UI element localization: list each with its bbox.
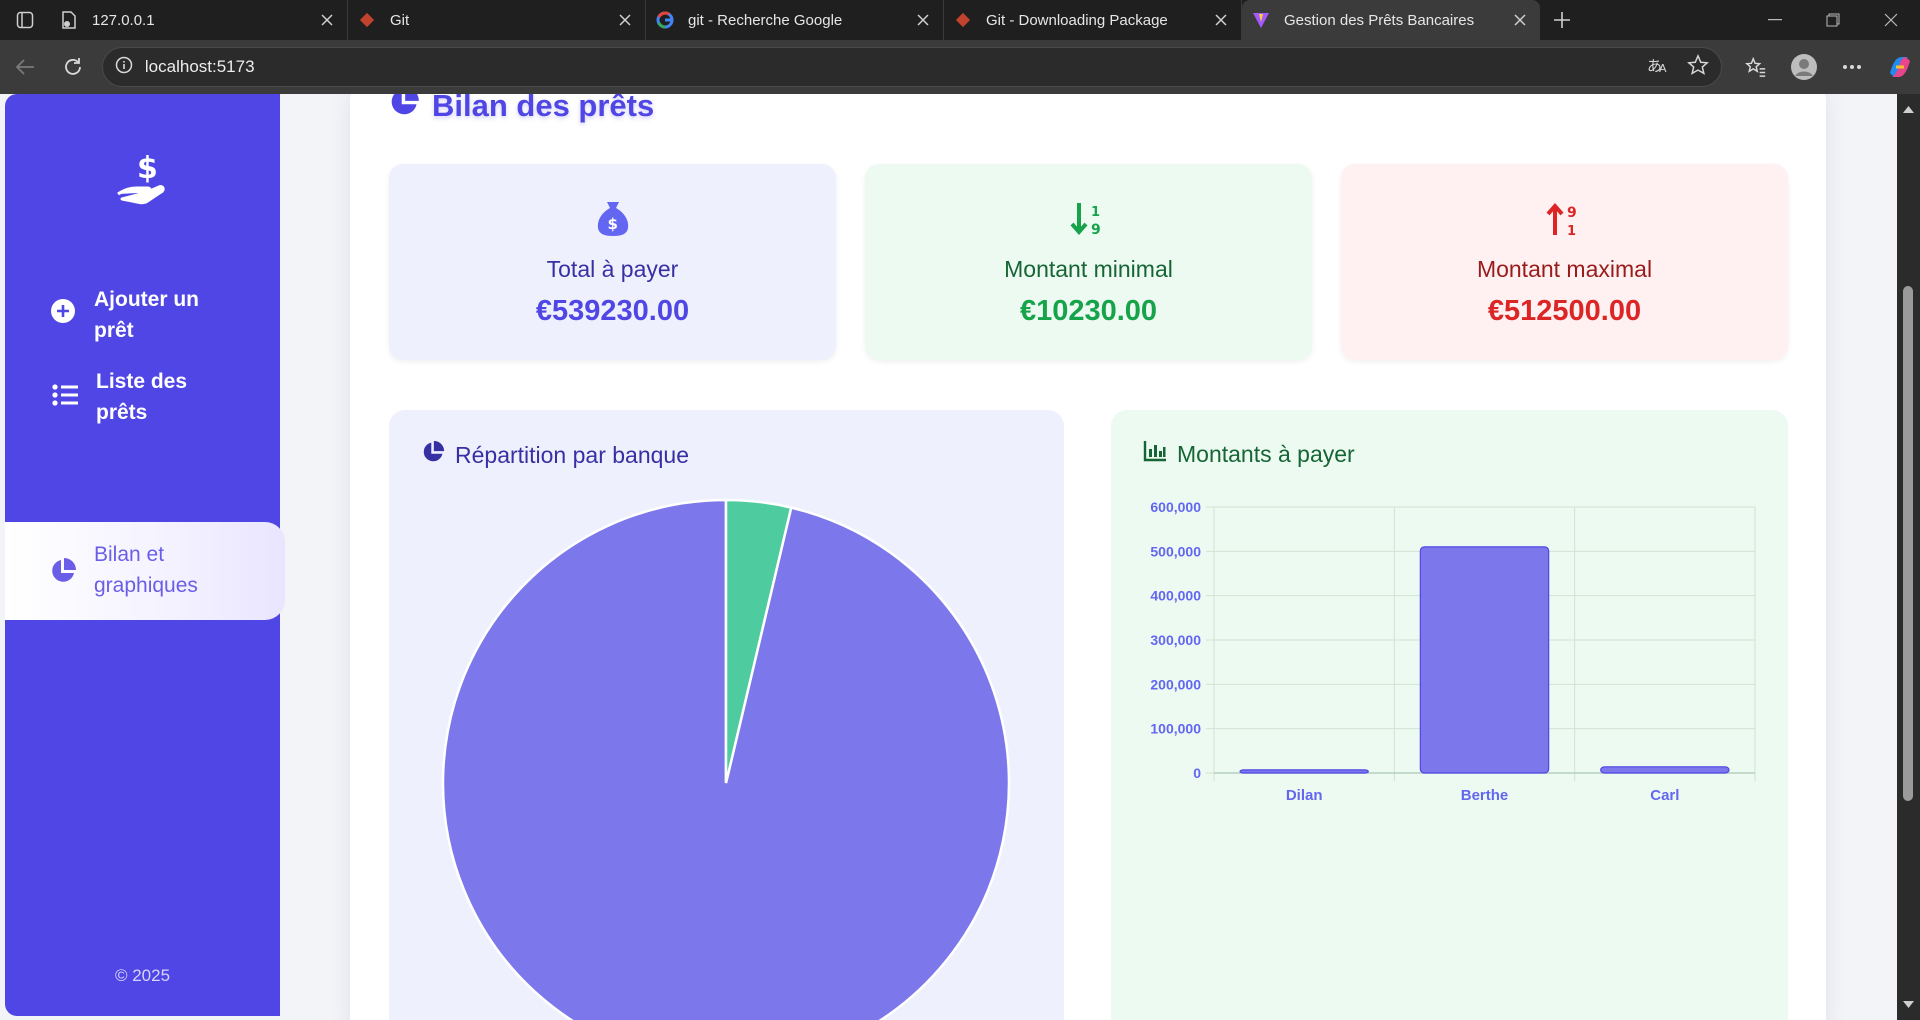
svg-text:1: 1 bbox=[1567, 224, 1576, 239]
stat-card-minimum: 19 Montant minimal €10230.00 bbox=[865, 164, 1312, 360]
bar[interactable] bbox=[1419, 546, 1550, 774]
back-icon[interactable] bbox=[2, 47, 48, 87]
reload-icon[interactable] bbox=[50, 47, 96, 87]
y-tick-label: 300,000 bbox=[1150, 632, 1201, 648]
minimize-icon[interactable] bbox=[1746, 0, 1804, 40]
y-tick-label: 400,000 bbox=[1150, 588, 1201, 604]
pie-chart-icon bbox=[48, 556, 78, 586]
favorite-star-icon[interactable] bbox=[1687, 53, 1709, 81]
stat-label: Total à payer bbox=[546, 256, 679, 282]
svg-text:$: $ bbox=[137, 151, 158, 186]
git-icon bbox=[358, 11, 376, 29]
stat-card-maximum: 91 Montant maximal €512500.00 bbox=[1341, 164, 1788, 360]
stat-label: Montant minimal bbox=[1004, 256, 1173, 282]
stat-value: €539230.00 bbox=[535, 295, 690, 327]
copyright-text: © 2025 bbox=[114, 966, 171, 985]
sidebar-item-loan-list[interactable]: Liste des prêts bbox=[5, 356, 285, 438]
url-text: localhost:5173 bbox=[144, 57, 255, 76]
browser-tab-active[interactable]: Gestion des Prêts Bancaires bbox=[1242, 0, 1540, 40]
page-icon bbox=[60, 11, 78, 29]
browser-tab-bar: 127.0.0.1 Git git - Recherche Google Git… bbox=[0, 0, 1920, 40]
list-icon bbox=[50, 380, 80, 410]
sidebar-item-label: Ajouter un prêt bbox=[94, 288, 199, 342]
vite-icon bbox=[1252, 11, 1270, 29]
close-window-icon[interactable] bbox=[1862, 0, 1920, 40]
page-title: Bilan des prêts bbox=[388, 94, 654, 126]
close-tab-icon[interactable] bbox=[915, 12, 931, 28]
tab-title: git - Recherche Google bbox=[688, 11, 843, 29]
tab-title: Git - Downloading Package bbox=[986, 11, 1168, 29]
bar-chart-panel: Montants à payer 600,000 500,000 400,000 30… bbox=[1111, 410, 1788, 1020]
browser-toolbar: localhost:5173 あA bbox=[0, 40, 1920, 94]
sidebar-item-label: Bilan et graphiques bbox=[94, 543, 198, 597]
tab-title: Git bbox=[390, 11, 410, 29]
pie-chart bbox=[441, 498, 1011, 1020]
bar-chart: 600,000 500,000 400,000 300,000 200,000 100,0… bbox=[1150, 499, 1756, 804]
svg-text:A: A bbox=[1659, 62, 1667, 74]
pie-chart-icon bbox=[388, 94, 420, 126]
bar[interactable] bbox=[1600, 766, 1730, 774]
sidebar: $ Ajouter un prêt Liste des prêts Bilan … bbox=[5, 94, 285, 1016]
scroll-up-icon[interactable] bbox=[1902, 104, 1915, 114]
address-bar[interactable]: localhost:5173 あA bbox=[101, 47, 1723, 87]
money-bag-icon: $ bbox=[592, 198, 634, 240]
sort-desc-icon: 91 bbox=[1544, 198, 1586, 240]
y-tick-label: 500,000 bbox=[1150, 543, 1201, 559]
close-tab-icon[interactable] bbox=[617, 12, 633, 28]
copilot-icon[interactable] bbox=[1880, 47, 1920, 87]
sidebar-item-add-loan[interactable]: Ajouter un prêt bbox=[5, 274, 285, 354]
tab-actions-icon[interactable] bbox=[0, 0, 50, 40]
svg-text:9: 9 bbox=[1567, 205, 1577, 221]
profile-avatar-icon[interactable] bbox=[1784, 47, 1824, 87]
plus-circle-icon bbox=[48, 296, 78, 326]
browser-tab[interactable]: 127.0.0.1 bbox=[50, 0, 348, 40]
info-icon[interactable] bbox=[115, 56, 133, 79]
sort-asc-icon: 19 bbox=[1068, 198, 1110, 240]
tab-title: 127.0.0.1 bbox=[92, 11, 155, 29]
stat-value: €10230.00 bbox=[1019, 295, 1158, 327]
restore-icon[interactable] bbox=[1804, 0, 1862, 40]
sidebar-item-label: Liste des prêts bbox=[96, 370, 188, 424]
close-tab-icon[interactable] bbox=[1213, 12, 1229, 28]
close-tab-icon[interactable] bbox=[319, 12, 335, 28]
vertical-scrollbar[interactable] bbox=[1897, 94, 1920, 1020]
scrollbar-thumb[interactable] bbox=[1903, 286, 1913, 801]
stat-label: Montant maximal bbox=[1476, 256, 1653, 282]
page-viewport: $ Ajouter un prêt Liste des prêts Bilan … bbox=[0, 94, 1920, 1020]
more-options-icon[interactable] bbox=[1832, 47, 1872, 87]
sidebar-item-summary-charts[interactable]: Bilan et graphiques bbox=[5, 522, 285, 620]
google-icon bbox=[656, 11, 674, 29]
browser-tab[interactable]: Git - Downloading Package bbox=[944, 0, 1242, 40]
svg-text:1: 1 bbox=[1091, 205, 1100, 220]
y-tick-label: 200,000 bbox=[1150, 676, 1201, 692]
y-tick-label: 0 bbox=[1193, 765, 1201, 781]
stat-value: €512500.00 bbox=[1487, 295, 1642, 327]
x-tick-label: Carl bbox=[1650, 787, 1679, 804]
close-tab-icon[interactable] bbox=[1512, 12, 1528, 28]
scroll-down-icon[interactable] bbox=[1902, 1000, 1915, 1010]
browser-tab[interactable]: git - Recherche Google bbox=[646, 0, 944, 40]
tab-title: Gestion des Prêts Bancaires bbox=[1284, 11, 1475, 29]
y-tick-label: 600,000 bbox=[1150, 499, 1201, 515]
pie-chart-panel: Répartition par banque bbox=[389, 410, 1064, 1020]
bar[interactable] bbox=[1239, 769, 1369, 774]
page-title-text: Bilan des prêts bbox=[432, 94, 655, 123]
svg-text:$: $ bbox=[607, 215, 617, 233]
svg-text:9: 9 bbox=[1091, 222, 1101, 238]
translate-icon[interactable]: あA bbox=[1647, 56, 1669, 79]
y-tick-label: 100,000 bbox=[1150, 721, 1201, 737]
stat-card-total: $ Total à payer €539230.00 bbox=[389, 164, 836, 360]
git-icon bbox=[954, 11, 972, 29]
x-tick-label: Berthe bbox=[1461, 787, 1509, 804]
new-tab-icon[interactable] bbox=[1540, 0, 1584, 40]
browser-tab[interactable]: Git bbox=[348, 0, 646, 40]
favorites-icon[interactable] bbox=[1736, 47, 1776, 87]
loan-hand-logo-icon: $ bbox=[112, 146, 182, 216]
x-tick-label: Dilan bbox=[1286, 787, 1323, 804]
